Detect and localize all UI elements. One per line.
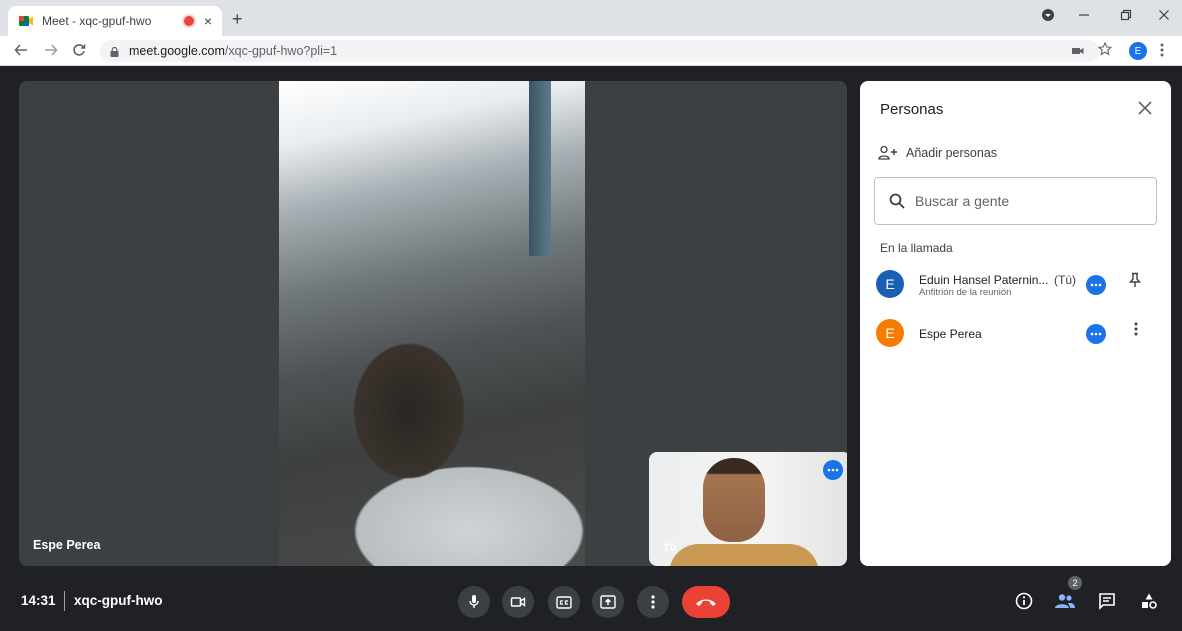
meeting-code: xqc-gpuf-hwo	[74, 593, 163, 608]
participant-name: Eduin Hansel Paternin...	[919, 273, 1049, 287]
reload-icon[interactable]	[72, 43, 86, 61]
microphone-button[interactable]	[458, 586, 490, 618]
main-video-tile: Espe Perea Tú	[19, 81, 847, 566]
self-view-options-button[interactable]	[823, 460, 843, 480]
chat-icon[interactable]	[1096, 590, 1118, 612]
browser-tab-bar: Meet - xqc-gpuf-hwo × +	[0, 0, 1182, 36]
self-view-tile[interactable]: Tú	[649, 452, 847, 566]
people-search-input[interactable]: Buscar a gente	[874, 177, 1157, 225]
participant-name: Espe Perea	[919, 327, 982, 341]
divider	[64, 591, 65, 611]
search-placeholder: Buscar a gente	[915, 193, 1010, 209]
microphone-icon	[469, 595, 479, 608]
tab-close-icon[interactable]: ×	[204, 13, 212, 29]
new-tab-button[interactable]: +	[232, 9, 243, 30]
restore-window-icon[interactable]	[1120, 8, 1132, 24]
more-vert-icon	[651, 595, 655, 609]
search-icon	[889, 193, 905, 209]
url-path: /xqc-gpuf-hwo?pli=1	[224, 44, 338, 58]
video-background-pole	[529, 81, 551, 256]
panel-close-icon[interactable]	[1138, 98, 1152, 121]
participant-row[interactable]: E Espe Perea	[876, 317, 1166, 353]
meeting-control-bar: 14:31 xqc-gpuf-hwo 2	[0, 576, 1182, 631]
lock-icon	[110, 46, 119, 57]
present-screen-icon	[600, 595, 616, 609]
bookmark-star-icon[interactable]	[1097, 41, 1113, 60]
people-panel: Personas Añadir personas Buscar a gente …	[860, 81, 1171, 566]
activities-icon[interactable]	[1138, 590, 1160, 612]
participant-avatar: E	[876, 319, 904, 347]
browser-tab[interactable]: Meet - xqc-gpuf-hwo ×	[8, 6, 222, 36]
close-window-icon[interactable]	[1158, 8, 1170, 24]
people-count-badge: 2	[1068, 576, 1082, 590]
url-host: meet.google.com	[129, 44, 225, 58]
participant-role: Anfitrión de la reunión	[919, 287, 1012, 298]
in-call-section-label: En la llamada	[880, 241, 953, 255]
participant-row[interactable]: E Eduin Hansel Paternin... Anfitrión de …	[876, 268, 1166, 304]
participant-options-button[interactable]	[1086, 275, 1106, 295]
present-screen-button[interactable]	[592, 586, 624, 618]
recording-indicator-icon	[183, 16, 194, 26]
participant-video-feed	[279, 81, 585, 566]
main-participant-name: Espe Perea	[33, 538, 101, 552]
browser-toolbar: meet.google.com/xqc-gpuf-hwo?pli=1 E	[0, 36, 1182, 66]
closed-captions-icon	[556, 595, 572, 609]
participant-self-tag: (Tú)	[1054, 273, 1076, 287]
self-view-label: Tú	[663, 542, 677, 554]
add-person-icon	[878, 145, 898, 161]
camera-in-use-icon[interactable]	[1071, 44, 1085, 61]
self-video-person	[703, 458, 765, 542]
participant-avatar: E	[876, 270, 904, 298]
forward-icon[interactable]	[44, 43, 58, 61]
meeting-time: 14:31	[21, 593, 56, 608]
end-call-button[interactable]	[682, 586, 730, 618]
self-video-shirt	[669, 544, 819, 566]
chrome-media-icon[interactable]	[1042, 8, 1054, 24]
add-people-label: Añadir personas	[906, 146, 998, 160]
meet-favicon	[18, 13, 34, 29]
meet-stage: Espe Perea Tú Personas Añadir personas B…	[0, 67, 1182, 631]
address-bar[interactable]: meet.google.com/xqc-gpuf-hwo?pli=1	[100, 40, 1100, 62]
video-camera-icon	[510, 597, 526, 607]
minimize-window-icon[interactable]	[1078, 8, 1090, 24]
people-icon[interactable]	[1054, 590, 1076, 612]
participant-options-button[interactable]	[1086, 324, 1106, 344]
profile-avatar[interactable]: E	[1129, 42, 1147, 60]
more-options-button[interactable]	[637, 586, 669, 618]
hang-up-icon	[696, 599, 716, 606]
pin-icon[interactable]	[1128, 272, 1142, 293]
add-people-button[interactable]: Añadir personas	[878, 145, 997, 161]
meeting-info-icon[interactable]	[1013, 590, 1035, 612]
camera-button[interactable]	[502, 586, 534, 618]
panel-title: Personas	[880, 101, 944, 118]
tab-title: Meet - xqc-gpuf-hwo	[42, 14, 152, 28]
back-icon[interactable]	[14, 43, 28, 61]
browser-menu-icon[interactable]	[1160, 43, 1164, 61]
more-vert-icon[interactable]	[1134, 321, 1138, 342]
captions-button[interactable]	[548, 586, 580, 618]
